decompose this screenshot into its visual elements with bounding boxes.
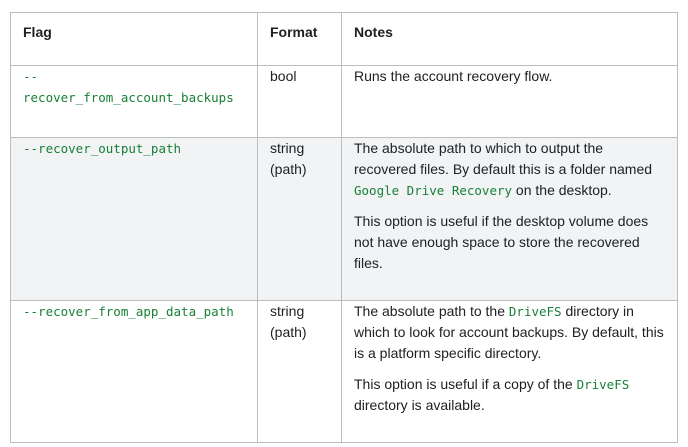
notes-cell: Runs the account recovery flow. [341, 65, 678, 138]
notes-text: This option is useful if a copy of the [354, 376, 577, 392]
inline-code: DriveFS [508, 304, 562, 319]
flag-code: --recover_output_path [23, 141, 182, 156]
header-flag: Flag [10, 12, 258, 66]
format-cell: bool [257, 65, 342, 138]
inline-code: DriveFS [576, 377, 630, 392]
format-text: (path) [270, 161, 307, 177]
notes-cell: The absolute path to the DriveFS directo… [341, 300, 678, 443]
inline-code: Google Drive Recovery [354, 183, 513, 198]
table-row: --recover_from_app_data_path string (pat… [10, 300, 678, 443]
header-format: Format [257, 12, 342, 66]
header-notes: Notes [341, 12, 678, 66]
format-cell: string (path) [257, 137, 342, 301]
format-text: string [270, 140, 305, 156]
format-text: bool [270, 68, 297, 84]
notes-text: on the desktop. [512, 182, 612, 198]
format-text: string [270, 303, 305, 319]
notes-cell: The absolute path to which to output the… [341, 137, 678, 301]
notes-text: The absolute path to the [354, 303, 509, 319]
flag-cell: --recover_output_path [10, 137, 258, 301]
format-cell: string (path) [257, 300, 342, 443]
notes-paragraph: Runs the account recovery flow. [354, 66, 665, 87]
notes-paragraph: This option is useful if the desktop vol… [354, 211, 665, 274]
table-row: --recover_output_path string (path) The … [10, 137, 678, 301]
notes-text: Runs the account recovery flow. [354, 68, 553, 84]
notes-text: The absolute path to which to output the… [354, 140, 653, 177]
notes-paragraph: This option is useful if a copy of the D… [354, 374, 665, 416]
flag-code: --recover_from_app_data_path [23, 304, 234, 319]
flag-cell: --recover_from_app_data_path [10, 300, 258, 443]
flag-code: recover_from_account_backups [23, 90, 234, 105]
notes-text: directory is available. [354, 397, 485, 413]
flag-cell: -- recover_from_account_backups [10, 65, 258, 138]
flags-table: Flag Format Notes -- recover_from_accoun… [10, 12, 678, 443]
flag-code: -- [23, 69, 39, 84]
header-row: Flag Format Notes [10, 12, 678, 66]
notes-paragraph: The absolute path to which to output the… [354, 138, 665, 201]
format-text: (path) [270, 324, 307, 340]
notes-paragraph: The absolute path to the DriveFS directo… [354, 301, 665, 364]
table-row: -- recover_from_account_backups bool Run… [10, 65, 678, 138]
notes-text: This option is useful if the desktop vol… [354, 213, 649, 271]
